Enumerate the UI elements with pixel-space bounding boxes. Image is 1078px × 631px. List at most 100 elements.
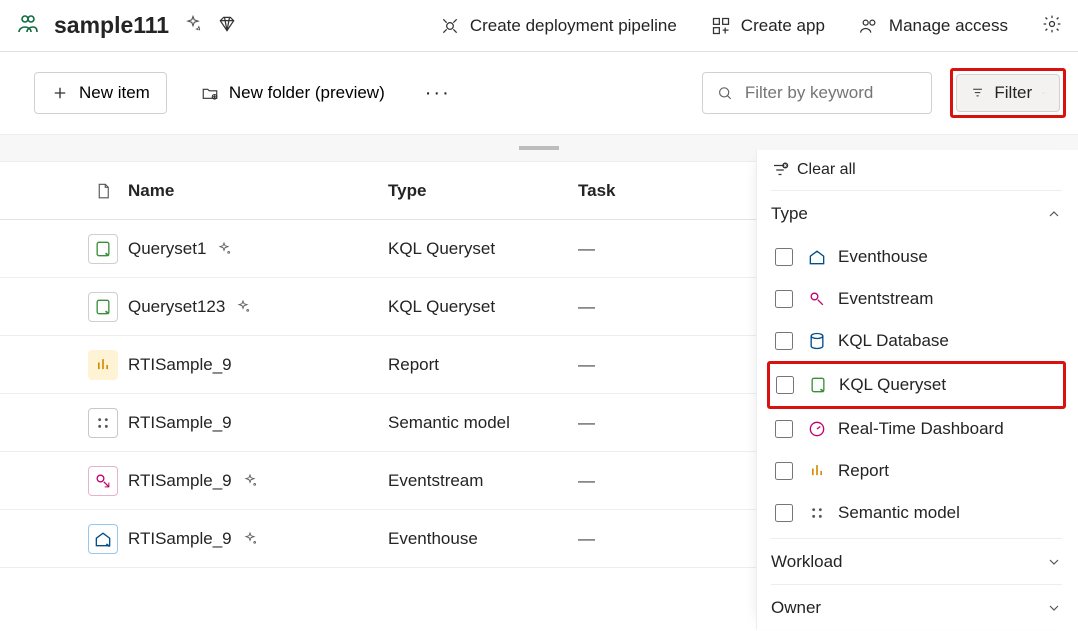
filter-button[interactable]: Filter: [956, 74, 1060, 112]
top-actions: Create deployment pipeline Create app Ma…: [440, 14, 1062, 37]
column-type[interactable]: Type: [388, 181, 578, 201]
column-task[interactable]: Task: [578, 181, 718, 201]
filter-type-option[interactable]: KQL Database: [771, 320, 1062, 362]
item-type: KQL Queryset: [388, 297, 578, 317]
manage-access-action[interactable]: Manage access: [859, 16, 1008, 36]
filter-section-type-body: Eventhouse Eventstream KQL Database KQL …: [771, 236, 1062, 538]
new-item-label: New item: [79, 83, 150, 103]
item-task: —: [578, 355, 718, 375]
column-name[interactable]: Name: [128, 181, 388, 201]
chevron-down-icon: [1046, 600, 1062, 616]
item-type-icon: [88, 524, 118, 554]
new-folder-label: New folder (preview): [229, 83, 385, 103]
item-name[interactable]: RTISample_9: [128, 355, 232, 375]
item-task: —: [578, 297, 718, 317]
search-input[interactable]: [743, 82, 917, 104]
filter-type-label: Report: [838, 461, 889, 481]
filter-type-label: Semantic model: [838, 503, 960, 523]
diamond-icon[interactable]: [217, 14, 237, 37]
sparkle-icon[interactable]: [242, 531, 258, 547]
search-input-wrap[interactable]: [702, 72, 932, 114]
filter-type-icon: [806, 502, 828, 524]
item-name[interactable]: RTISample_9: [128, 413, 232, 433]
filter-section-workload-header[interactable]: Workload: [771, 538, 1062, 584]
filter-type-icon: [806, 460, 828, 482]
filter-type-icon: [807, 374, 829, 396]
filter-type-option[interactable]: Real-Time Dashboard: [771, 408, 1062, 450]
clear-icon: [771, 161, 789, 179]
create-app-action[interactable]: Create app: [711, 16, 825, 36]
sparkle-icon[interactable]: [242, 473, 258, 489]
clear-all-button[interactable]: Clear all: [771, 150, 1062, 190]
filter-section-type-label: Type: [771, 204, 808, 224]
filter-section-owner-label: Owner: [771, 598, 821, 618]
sparkle-icon[interactable]: [235, 299, 251, 315]
chevron-up-icon: [1046, 206, 1062, 222]
filter-type-label: Eventstream: [838, 289, 933, 309]
filter-button-highlight: Filter: [950, 68, 1066, 118]
item-name[interactable]: RTISample_9: [128, 529, 232, 549]
filter-section-workload-label: Workload: [771, 552, 843, 572]
filter-type-option[interactable]: Eventhouse: [771, 236, 1062, 278]
create-app-label: Create app: [741, 16, 825, 36]
filter-label: Filter: [994, 83, 1032, 103]
item-type: Eventhouse: [388, 529, 578, 549]
filter-type-label: Eventhouse: [838, 247, 928, 267]
filter-checkbox[interactable]: [775, 504, 793, 522]
settings-icon[interactable]: [1042, 14, 1062, 37]
filter-type-icon: [806, 330, 828, 352]
item-type: Report: [388, 355, 578, 375]
filter-checkbox[interactable]: [775, 332, 793, 350]
top-bar: sample111 Create deployment pipeline Cre…: [0, 0, 1078, 52]
filter-type-option[interactable]: Report: [771, 450, 1062, 492]
filter-type-label: KQL Queryset: [839, 375, 946, 395]
filter-type-icon: [806, 246, 828, 268]
item-type: Semantic model: [388, 413, 578, 433]
sparkle-icon[interactable]: [183, 14, 203, 37]
filter-section-type-header[interactable]: Type: [771, 190, 1062, 236]
filter-checkbox[interactable]: [776, 376, 794, 394]
filter-icon: [971, 86, 984, 99]
item-type-icon: [88, 466, 118, 496]
item-type-icon: [88, 292, 118, 322]
column-icon: [78, 182, 128, 200]
workspace-title: sample111: [54, 12, 169, 39]
item-name[interactable]: RTISample_9: [128, 471, 232, 491]
filter-type-option[interactable]: Eventstream: [771, 278, 1062, 320]
workspace-icon: [16, 12, 40, 39]
filter-panel: Clear all Type Eventhouse Eventstream KQ…: [756, 150, 1078, 630]
new-item-button[interactable]: New item: [34, 72, 167, 114]
filter-type-icon: [806, 418, 828, 440]
clear-all-label: Clear all: [797, 161, 856, 179]
filter-type-icon: [806, 288, 828, 310]
chevron-down-icon: [1046, 554, 1062, 570]
create-pipeline-action[interactable]: Create deployment pipeline: [440, 16, 677, 36]
grip-icon: [519, 146, 559, 150]
filter-section-owner-header[interactable]: Owner: [771, 584, 1062, 630]
file-icon: [94, 182, 112, 200]
item-task: —: [578, 413, 718, 433]
filter-checkbox[interactable]: [775, 420, 793, 438]
item-task: —: [578, 239, 718, 259]
filter-type-label: KQL Database: [838, 331, 949, 351]
item-type: KQL Queryset: [388, 239, 578, 259]
sparkle-icon[interactable]: [216, 241, 232, 257]
item-type: Eventstream: [388, 471, 578, 491]
filter-checkbox[interactable]: [775, 462, 793, 480]
item-task: —: [578, 471, 718, 491]
create-pipeline-label: Create deployment pipeline: [470, 16, 677, 36]
manage-access-label: Manage access: [889, 16, 1008, 36]
filter-type-option[interactable]: KQL Queryset: [772, 364, 1061, 406]
filter-checkbox[interactable]: [775, 248, 793, 266]
filter-checkbox[interactable]: [775, 290, 793, 308]
more-actions-button[interactable]: ···: [419, 82, 457, 105]
filter-option-highlight: KQL Queryset: [767, 361, 1066, 409]
chevron-down-icon: [1042, 85, 1045, 101]
search-icon: [717, 84, 733, 102]
item-name[interactable]: Queryset123: [128, 297, 225, 317]
new-folder-button[interactable]: New folder (preview): [185, 72, 401, 114]
item-name[interactable]: Queryset1: [128, 239, 206, 259]
filter-type-option[interactable]: Semantic model: [771, 492, 1062, 534]
toolbar: New item New folder (preview) ··· Filter: [0, 52, 1078, 134]
item-type-icon: [88, 408, 118, 438]
